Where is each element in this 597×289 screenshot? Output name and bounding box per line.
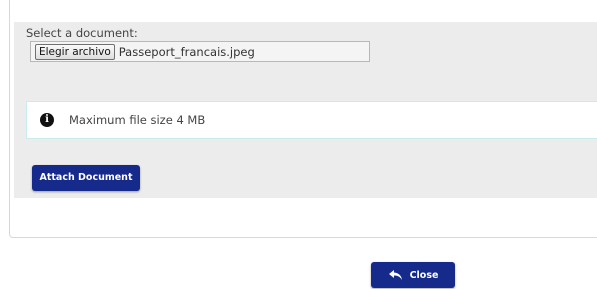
close-button[interactable]: Close [371,262,455,288]
file-size-notice-text: Maximum file size 4 MB [69,113,206,127]
undo-arrow-icon [388,269,404,281]
upload-form: Select a document: Elegir archivo Passep… [14,22,597,198]
info-circle-icon: i [40,113,54,127]
select-document-label: Select a document: [26,26,138,40]
choose-file-button[interactable]: Elegir archivo [35,43,115,60]
file-size-notice: i Maximum file size 4 MB [26,101,597,139]
selected-file-name: Passeport_francais.jpeg [118,44,255,59]
file-input[interactable]: Elegir archivo Passeport_francais.jpeg [30,41,370,62]
close-button-label: Close [409,269,439,281]
attach-document-button[interactable]: Attach Document [32,165,140,191]
